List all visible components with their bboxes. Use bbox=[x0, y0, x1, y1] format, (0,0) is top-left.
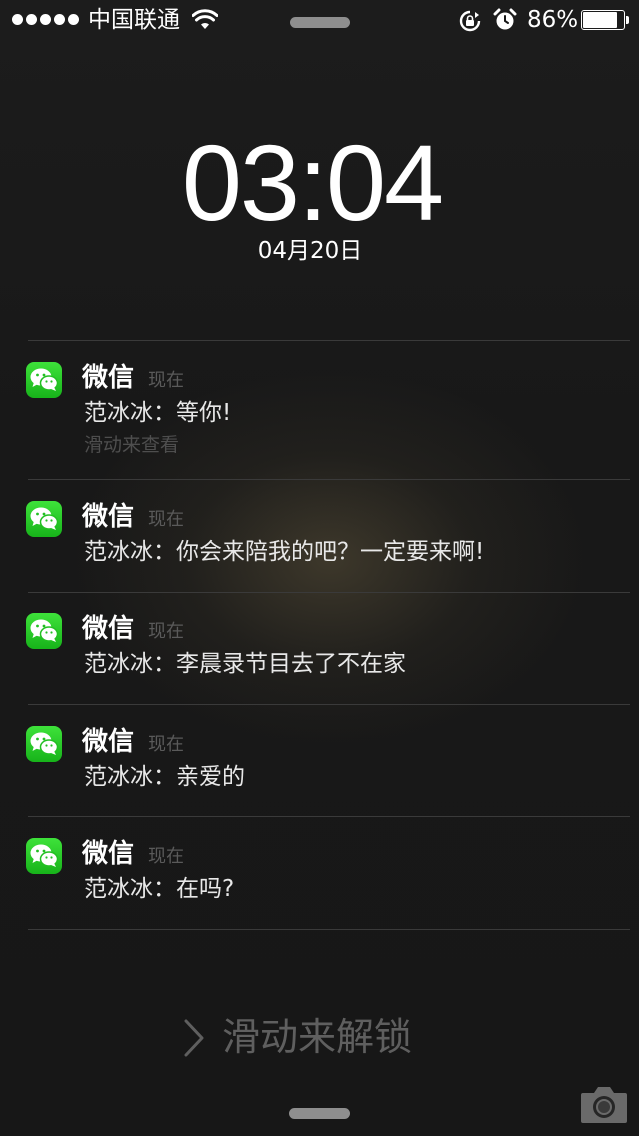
notification-divider bbox=[28, 340, 630, 341]
camera-icon[interactable] bbox=[580, 1084, 628, 1124]
notification-app-name: 微信 bbox=[82, 614, 135, 644]
notification-divider bbox=[28, 929, 630, 930]
slide-to-unlock-label: 滑动来解锁 bbox=[222, 1015, 413, 1059]
notification-app-name: 微信 bbox=[82, 363, 135, 393]
wechat-icon bbox=[26, 726, 62, 762]
carrier-name: 中国联通 bbox=[88, 7, 180, 33]
wechat-icon bbox=[26, 362, 62, 398]
chevron-right-icon bbox=[184, 1019, 204, 1057]
battery-percentage: 86% bbox=[527, 7, 579, 33]
wechat-icon bbox=[26, 613, 62, 649]
notification-center-grabber[interactable] bbox=[290, 17, 350, 28]
wifi-icon bbox=[192, 9, 218, 29]
notification-time: 现在 bbox=[148, 846, 184, 867]
rotation-lock-icon bbox=[459, 10, 481, 32]
notification-message: 范冰冰：你会来陪我的吧？一定要来啊! bbox=[84, 539, 485, 565]
lock-screen: 中国联通 86% 03:04 04月20日 微信 现在 范冰冰：等你! 滑动来查… bbox=[0, 0, 639, 1136]
wechat-icon bbox=[26, 838, 62, 874]
battery-icon bbox=[581, 10, 631, 32]
notification-time: 现在 bbox=[148, 370, 184, 391]
notification-item[interactable]: 微信 现在 范冰冰：李晨录节目去了不在家 bbox=[0, 603, 639, 703]
notification-divider bbox=[28, 479, 630, 480]
clock-date: 04月20日 bbox=[257, 238, 363, 264]
notification-divider bbox=[28, 816, 630, 817]
wechat-icon bbox=[26, 501, 62, 537]
slide-to-view-hint[interactable]: 滑动来查看 bbox=[84, 432, 179, 458]
notification-message: 范冰冰：李晨录节目去了不在家 bbox=[84, 651, 406, 677]
notification-divider bbox=[28, 592, 630, 593]
alarm-icon bbox=[493, 8, 517, 30]
notification-time: 现在 bbox=[148, 509, 184, 530]
clock-time: 03:04 bbox=[181, 122, 444, 243]
notification-item[interactable]: 微信 现在 范冰冰：你会来陪我的吧？一定要来啊! bbox=[0, 491, 639, 591]
notification-time: 现在 bbox=[148, 621, 184, 642]
notification-time: 现在 bbox=[148, 734, 184, 755]
notification-divider bbox=[28, 704, 630, 705]
notification-item[interactable]: 微信 现在 范冰冰：在吗? bbox=[0, 828, 639, 928]
notification-message: 范冰冰：在吗? bbox=[84, 876, 235, 902]
notification-item[interactable]: 微信 现在 范冰冰：亲爱的 bbox=[0, 716, 639, 816]
notification-item[interactable]: 微信 现在 范冰冰：等你! 滑动来查看 bbox=[0, 352, 639, 478]
status-bar: 中国联通 86% bbox=[0, 0, 639, 40]
battery-level-fill bbox=[583, 12, 617, 28]
notification-app-name: 微信 bbox=[82, 727, 135, 757]
notification-message: 范冰冰：亲爱的 bbox=[84, 764, 245, 790]
notification-app-name: 微信 bbox=[82, 502, 135, 532]
notification-message: 范冰冰：等你! bbox=[84, 400, 232, 426]
notification-app-name: 微信 bbox=[82, 839, 135, 869]
control-center-grabber[interactable] bbox=[289, 1108, 350, 1119]
signal-strength-icon bbox=[12, 14, 82, 25]
